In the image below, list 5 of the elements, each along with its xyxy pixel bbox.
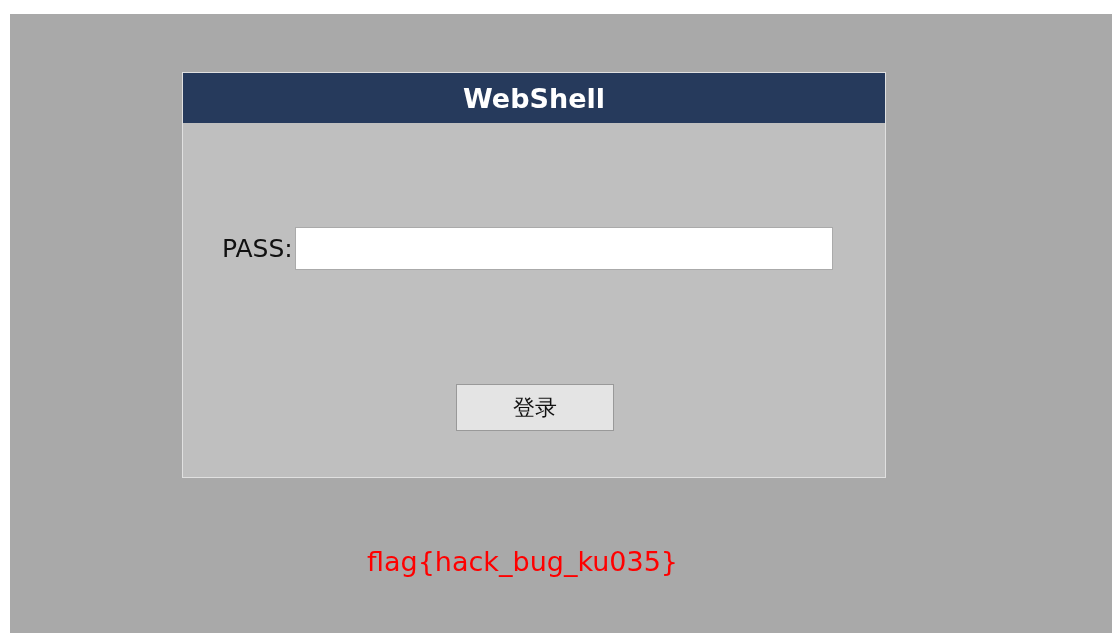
panel-title: WebShell xyxy=(463,82,605,114)
password-label: PASS: xyxy=(222,234,293,263)
flag-text: flag{hack_bug_ku035} xyxy=(367,546,679,577)
login-button[interactable]: 登录 xyxy=(456,384,614,431)
password-field[interactable] xyxy=(294,227,833,270)
